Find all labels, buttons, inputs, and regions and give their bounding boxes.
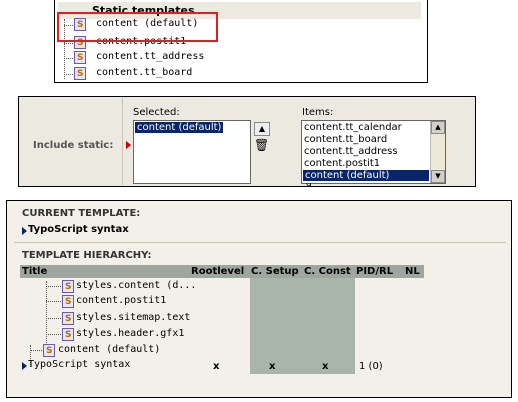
- divider: [122, 97, 123, 185]
- scroll-down-icon[interactable]: ▼: [431, 170, 445, 183]
- hierarchy-row-title[interactable]: styles.header.gfx1: [76, 328, 184, 339]
- column-header-pid: PID/RL: [356, 266, 394, 277]
- rootlevel-value: x: [213, 361, 220, 372]
- hierarchy-row-title[interactable]: styles.content (d...: [76, 280, 196, 291]
- setup-value: x: [269, 361, 276, 372]
- table-header: Title Rootlevel C. Setup C. Const PID/RL…: [20, 265, 424, 278]
- pid-value: 1 (0): [359, 361, 383, 372]
- current-template-label: CURRENT TEMPLATE:: [22, 208, 141, 219]
- available-list-item[interactable]: content.postit1: [304, 158, 380, 169]
- template-icon: S: [62, 295, 74, 308]
- divider: [14, 242, 506, 243]
- scrollbar[interactable]: ▲ ▼: [430, 121, 445, 183]
- tree-branch: [64, 74, 73, 75]
- partial-item: d: [306, 183, 312, 186]
- hierarchy-row-title[interactable]: styles.sitemap.text: [76, 312, 190, 323]
- tree-branch: [46, 334, 61, 335]
- template-icon: S: [43, 344, 55, 357]
- include-static-label: Include static:: [33, 140, 114, 151]
- tree-branch: [46, 301, 61, 302]
- selected-label: Selected:: [133, 107, 180, 118]
- available-list-item[interactable]: content (default): [303, 170, 429, 181]
- template-icon: S: [62, 280, 74, 293]
- tree-branch: [64, 43, 73, 44]
- hierarchy-row-title[interactable]: content.postit1: [76, 295, 166, 306]
- template-icon: S: [74, 67, 86, 80]
- const-value: x: [322, 361, 329, 372]
- tree-branch: [46, 318, 61, 319]
- selected-listbox[interactable]: content (default): [133, 120, 251, 184]
- tree-branch: [64, 58, 73, 59]
- available-list-item[interactable]: content.tt_calendar: [304, 122, 402, 133]
- template-icon: S: [62, 328, 74, 341]
- hierarchy-row-title[interactable]: content (default): [58, 344, 160, 355]
- items-label: Items:: [302, 107, 334, 118]
- column-header-setup: C. Setup: [251, 266, 299, 277]
- static-template-item[interactable]: content.tt_address: [96, 51, 204, 62]
- highlight-box: [57, 12, 218, 42]
- arrow-icon: [126, 141, 131, 149]
- hierarchy-label: TEMPLATE HIERARCHY:: [22, 250, 152, 261]
- template-icon: S: [74, 51, 86, 64]
- move-up-icon[interactable]: ▲: [254, 122, 270, 136]
- arrow-icon: [22, 362, 27, 370]
- available-list-item[interactable]: content.tt_board: [304, 134, 387, 145]
- arrow-icon: [22, 227, 27, 235]
- column-header-rootlevel: Rootlevel: [191, 266, 245, 277]
- column-header-title: Title: [22, 266, 48, 277]
- setup-const-column: [250, 278, 355, 374]
- available-list-item[interactable]: content.tt_address: [304, 146, 398, 157]
- tree-branch: [30, 350, 42, 351]
- trash-icon[interactable]: 🗑: [254, 138, 269, 152]
- hierarchy-row-title[interactable]: TypoScript syntax: [28, 359, 130, 370]
- selected-list-item[interactable]: content (default): [135, 122, 224, 133]
- static-template-item[interactable]: content.tt_board: [96, 67, 192, 78]
- tree-branch: [46, 286, 61, 287]
- available-listbox[interactable]: content.tt_calendar content.tt_board con…: [301, 120, 446, 184]
- column-header-const: C. Const: [304, 266, 351, 277]
- current-template-name[interactable]: TypoScript syntax: [28, 224, 129, 235]
- column-header-nl: NL: [405, 266, 420, 277]
- template-icon: S: [62, 312, 74, 325]
- scroll-up-icon[interactable]: ▲: [431, 121, 445, 134]
